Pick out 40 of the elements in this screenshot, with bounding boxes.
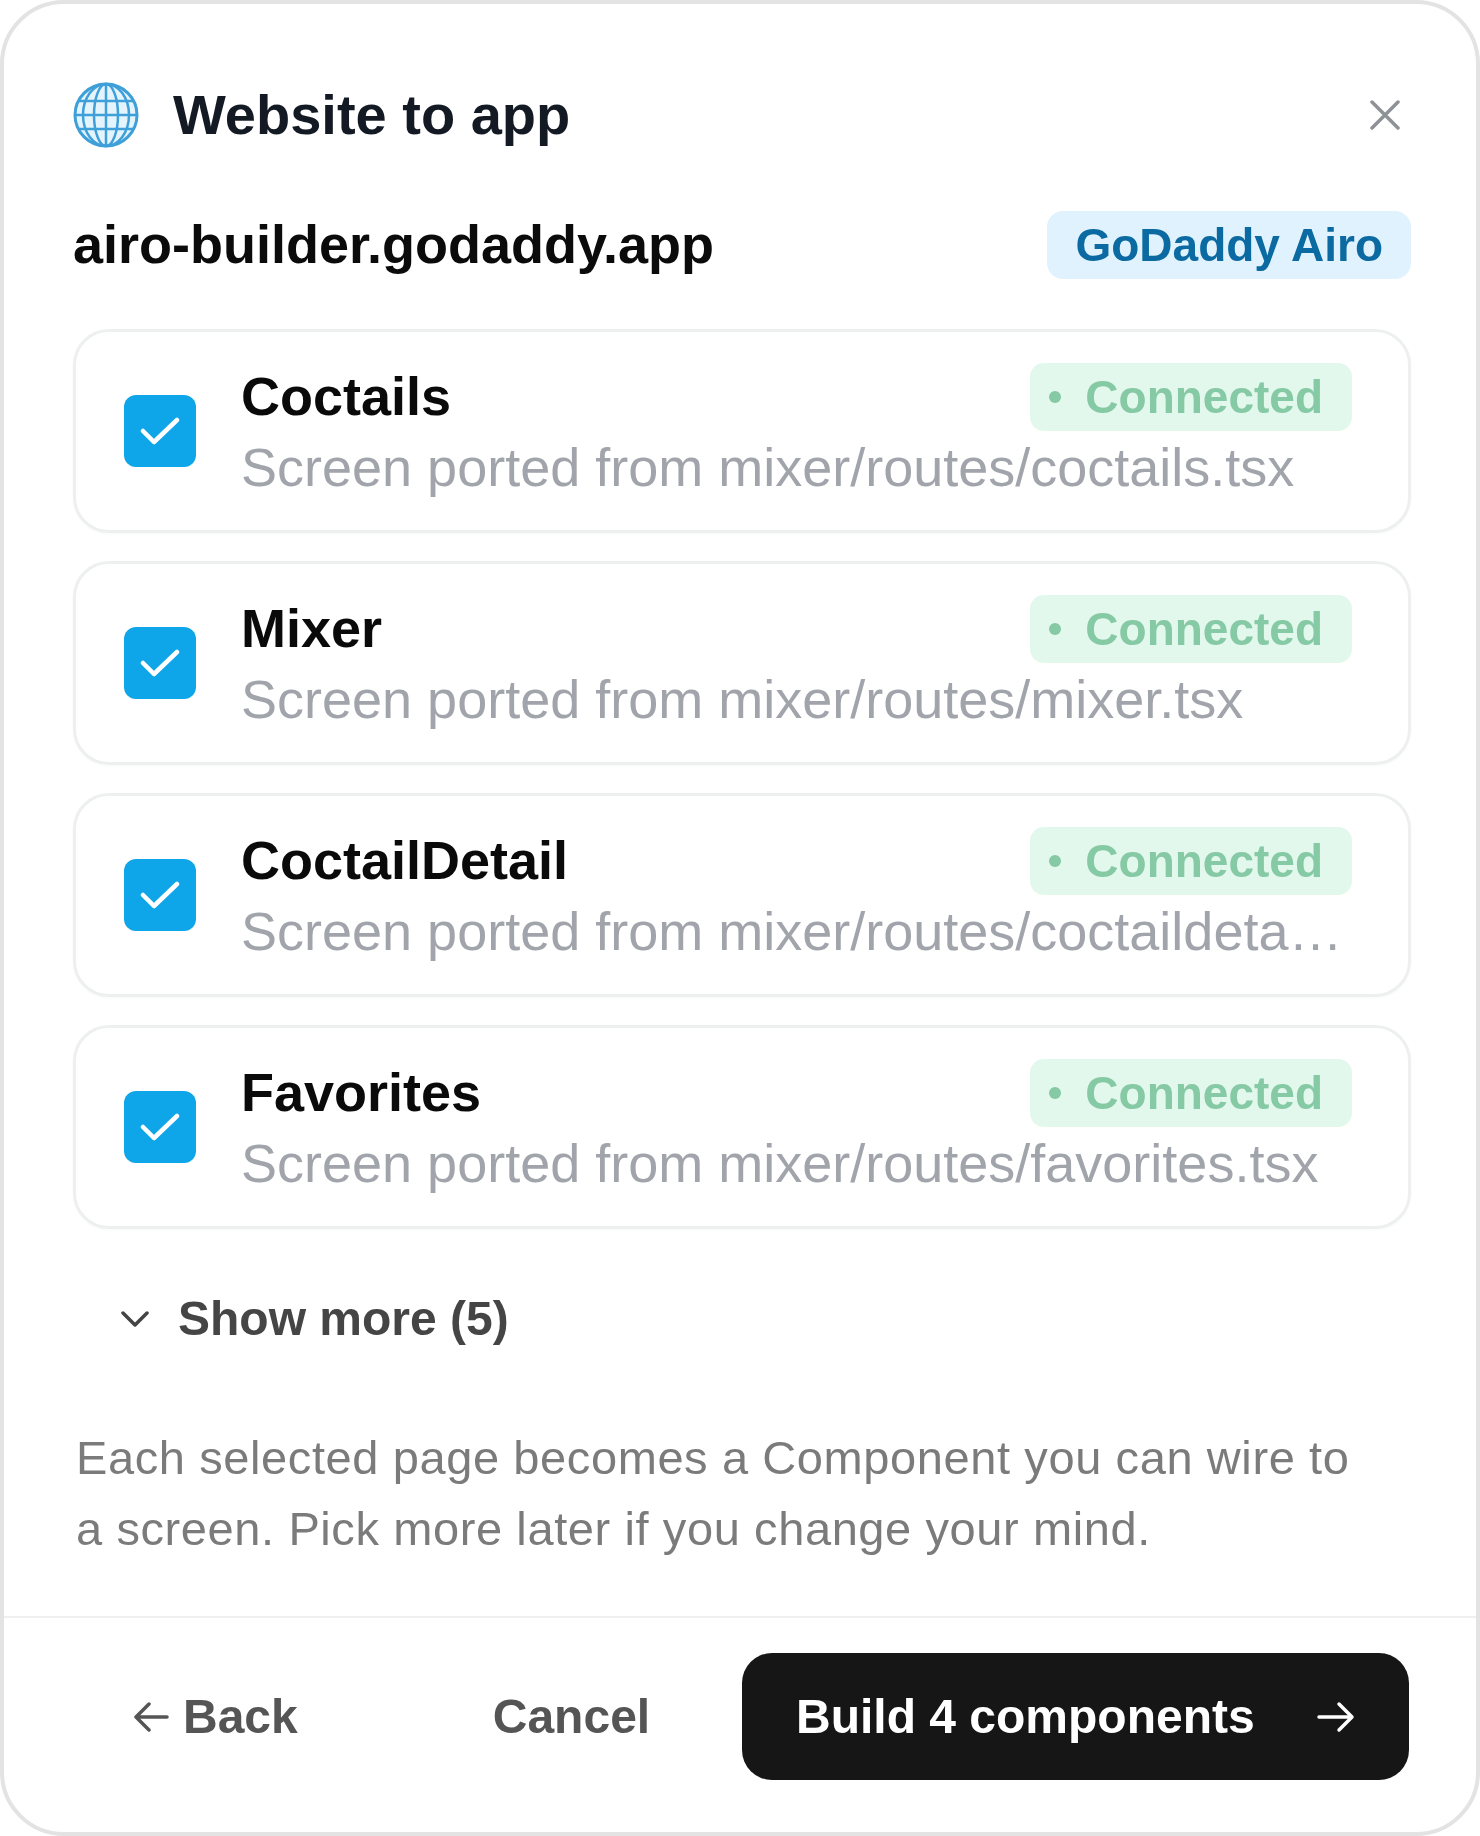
page-description: Screen ported from mixer/routes/mixer.tsx (241, 668, 1245, 731)
page-card[interactable]: Coctails Connected Screen ported from mixer/routes/coctails.tsx (73, 329, 1411, 533)
checkbox[interactable] (124, 627, 196, 699)
cancel-button[interactable]: Cancel (468, 1653, 675, 1780)
page-card[interactable]: CoctailDetail Connected Screen ported from mixer/routes/coctaildeta… (73, 793, 1411, 997)
build-button[interactable]: Build 4 components (742, 1653, 1409, 1780)
checkbox[interactable] (124, 395, 196, 467)
check-icon (140, 1113, 180, 1141)
dialog-title: Website to app (173, 84, 571, 146)
check-icon (140, 417, 180, 445)
back-button[interactable]: Back (109, 1653, 322, 1780)
page-name: Favorites (241, 1063, 482, 1123)
page-name: CoctailDetail (241, 831, 569, 891)
globe-icon (73, 82, 139, 148)
checkbox[interactable] (124, 859, 196, 931)
arrow-left-icon (133, 1701, 169, 1732)
page-description: Screen ported from mixer/routes/coctaildeta… (241, 900, 1344, 963)
page-name: Mixer (241, 599, 383, 659)
status-label: Connected (1085, 371, 1323, 423)
check-icon (140, 881, 180, 909)
page-description: Screen ported from mixer/routes/coctails.tsx (241, 436, 1296, 499)
status-label: Connected (1085, 1067, 1323, 1119)
show-more-button[interactable]: Show more (5) (121, 1289, 509, 1349)
status-dot-icon (1049, 855, 1062, 867)
site-domain: airo-builder.godaddy.app (73, 215, 715, 275)
check-icon (140, 649, 180, 677)
checkbox[interactable] (124, 1091, 196, 1163)
status-dot-icon (1049, 623, 1062, 635)
close-icon[interactable] (1370, 100, 1400, 130)
page-card[interactable]: Mixer Connected Screen ported from mixer/routes/mixer.tsx (73, 561, 1411, 765)
status-label: Connected (1085, 835, 1323, 887)
page-name: Coctails (241, 367, 452, 427)
status-dot-icon (1049, 391, 1062, 403)
arrow-right-icon (1317, 1700, 1355, 1733)
platform-badge: GoDaddy Airo (1047, 211, 1411, 279)
status-dot-icon (1049, 1087, 1062, 1099)
page-description: Screen ported from mixer/routes/favorites.tsx (241, 1132, 1320, 1195)
help-text: Each selected page becomes a Component you can wire to a screen. Pick more later if you change your mind. (76, 1430, 1351, 1557)
page-card[interactable]: Favorites Connected Screen ported from mixer/routes/favorites.tsx (73, 1025, 1411, 1229)
status-label: Connected (1085, 603, 1323, 655)
